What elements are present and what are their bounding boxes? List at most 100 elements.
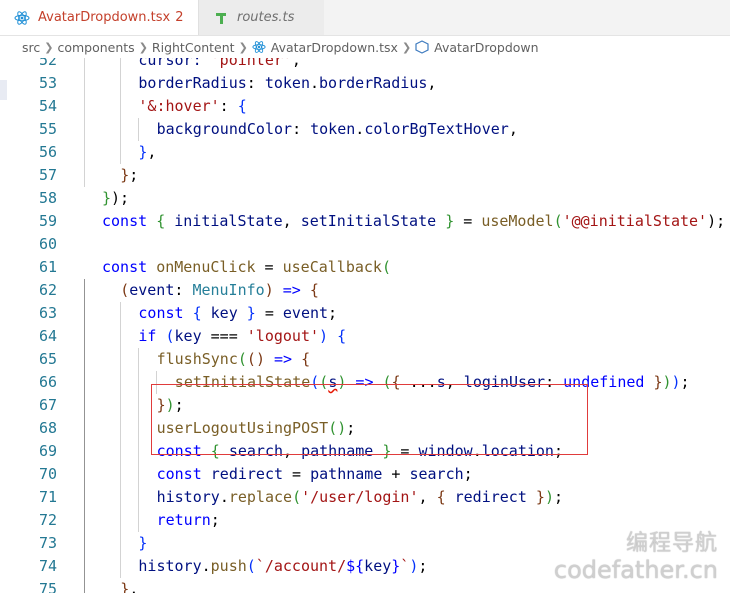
line-number: 53 bbox=[38, 74, 57, 92]
code-text: const redirect = pathname + search; bbox=[157, 463, 473, 486]
indent-guide bbox=[120, 463, 121, 486]
code-line[interactable]: 57}; bbox=[0, 164, 730, 187]
indent-guide bbox=[84, 555, 85, 578]
code-token: 'pointer' bbox=[210, 58, 292, 69]
typescript-icon bbox=[213, 10, 229, 26]
code-token: ( bbox=[246, 557, 256, 575]
code-line[interactable]: 59 const { initialState, setInitialState … bbox=[0, 210, 730, 233]
code-line[interactable]: 53 borderRadius: token.borderRadius, bbox=[0, 72, 730, 95]
code-token: ); bbox=[111, 189, 130, 207]
indent-guide bbox=[120, 72, 121, 95]
code-line[interactable]: 65 flushSync(() => { bbox=[0, 348, 730, 371]
code-line[interactable]: 60 bbox=[0, 233, 730, 256]
code-token: ) bbox=[255, 350, 265, 368]
code-token: : bbox=[292, 120, 311, 138]
line-number: 57 bbox=[38, 166, 57, 184]
code-token: ) bbox=[662, 373, 672, 391]
line-number: 66 bbox=[38, 373, 57, 391]
code-text: }; bbox=[120, 164, 138, 187]
code-line[interactable]: 70 const redirect = pathname + search; bbox=[0, 463, 730, 486]
code-token: if bbox=[138, 327, 157, 345]
indent-guide bbox=[138, 509, 139, 532]
code-line[interactable]: 58}); bbox=[0, 187, 730, 210]
code-token: key bbox=[210, 304, 238, 322]
code-line[interactable]: 72 return; bbox=[0, 509, 730, 532]
code-text: const { initialState, setInitialState } … bbox=[102, 210, 725, 233]
code-editor[interactable]: 52 cursor: 'pointer', 53 borderRadius: toke… bbox=[0, 58, 730, 593]
tab-avatar-dropdown[interactable]: AvatarDropdown.tsx 2 bbox=[0, 0, 198, 35]
breadcrumb-item[interactable]: AvatarDropdown bbox=[434, 40, 538, 55]
code-line[interactable]: 52 cursor: 'pointer', bbox=[0, 58, 730, 72]
chevron-right-icon: ❯ bbox=[238, 40, 248, 54]
breadcrumb-item[interactable]: src bbox=[22, 40, 40, 55]
code-token: } bbox=[445, 212, 455, 230]
code-token: = bbox=[454, 212, 482, 230]
code-text: backgroundColor: token.colorBgTextHover, bbox=[157, 118, 518, 141]
code-token: 'logout' bbox=[246, 327, 320, 345]
code-line[interactable]: 63 const { key } = event; bbox=[0, 302, 730, 325]
code-token: ${ bbox=[346, 557, 365, 575]
code-token: { bbox=[237, 97, 247, 115]
code-token: , bbox=[282, 212, 301, 230]
code-token: , bbox=[418, 488, 437, 506]
code-line[interactable]: 55 backgroundColor: token.colorBgTextHove… bbox=[0, 118, 730, 141]
code-token: , bbox=[508, 120, 518, 138]
code-token: } bbox=[535, 488, 545, 506]
code-token: } bbox=[246, 304, 256, 322]
indent-guide bbox=[138, 417, 139, 440]
code-token: { bbox=[337, 327, 347, 345]
code-line[interactable]: 56}, bbox=[0, 141, 730, 164]
code-line[interactable]: 61 const onMenuClick = useCallback( bbox=[0, 256, 730, 279]
code-token: , bbox=[129, 580, 139, 593]
code-token: token bbox=[264, 74, 310, 92]
code-token: + bbox=[382, 465, 410, 483]
line-number: 55 bbox=[38, 120, 57, 138]
code-token: ( bbox=[553, 212, 563, 230]
indent-guide bbox=[84, 58, 85, 72]
code-token: setInitialState bbox=[300, 212, 437, 230]
code-token: flushSync bbox=[156, 350, 238, 368]
code-token: `/account/ bbox=[255, 557, 347, 575]
indent-guide bbox=[84, 72, 85, 95]
code-token: backgroundColor bbox=[156, 120, 293, 138]
tab-label: AvatarDropdown.tsx bbox=[38, 10, 171, 25]
code-token: : bbox=[174, 281, 193, 299]
breadcrumb-item[interactable]: AvatarDropdown.tsx bbox=[271, 40, 398, 55]
code-token: ; bbox=[553, 488, 563, 506]
watermark-url: codefather.cn bbox=[553, 556, 718, 584]
code-token: ( bbox=[292, 488, 302, 506]
code-token: event bbox=[282, 304, 329, 322]
code-token: ( bbox=[165, 327, 175, 345]
code-line[interactable]: 62 (event: MenuInfo) => { bbox=[0, 279, 730, 302]
line-number: 70 bbox=[38, 465, 57, 483]
code-token: { bbox=[156, 212, 166, 230]
indent-guide bbox=[120, 532, 121, 555]
code-token: ; bbox=[680, 373, 690, 391]
code-line[interactable]: 71 history.replace('/user/login', { redir… bbox=[0, 486, 730, 509]
breadcrumb-item[interactable]: RightContent bbox=[152, 40, 235, 55]
indent-guide bbox=[120, 141, 121, 164]
indent-guide bbox=[84, 463, 85, 486]
tab-routes[interactable]: routes.ts bbox=[198, 0, 324, 35]
code-token: search bbox=[409, 465, 464, 483]
code-line[interactable]: 73} bbox=[0, 532, 730, 555]
code-token: pathname bbox=[310, 465, 383, 483]
code-text: (event: MenuInfo) => { bbox=[120, 279, 319, 302]
indent-guide bbox=[84, 532, 85, 555]
breadcrumb-item[interactable]: components bbox=[57, 40, 134, 55]
code-text: flushSync(() => { bbox=[157, 348, 311, 371]
code-line[interactable]: 64 if (key === 'logout') { bbox=[0, 325, 730, 348]
code-text: } bbox=[138, 532, 147, 555]
code-line[interactable]: 54 '&:hover': { bbox=[0, 95, 730, 118]
indent-guide bbox=[120, 325, 121, 348]
code-token: . bbox=[355, 120, 365, 138]
line-number: 67 bbox=[38, 396, 57, 414]
line-number: 52 bbox=[38, 58, 57, 69]
indent-guide bbox=[84, 302, 85, 325]
indent-guide bbox=[84, 509, 85, 532]
